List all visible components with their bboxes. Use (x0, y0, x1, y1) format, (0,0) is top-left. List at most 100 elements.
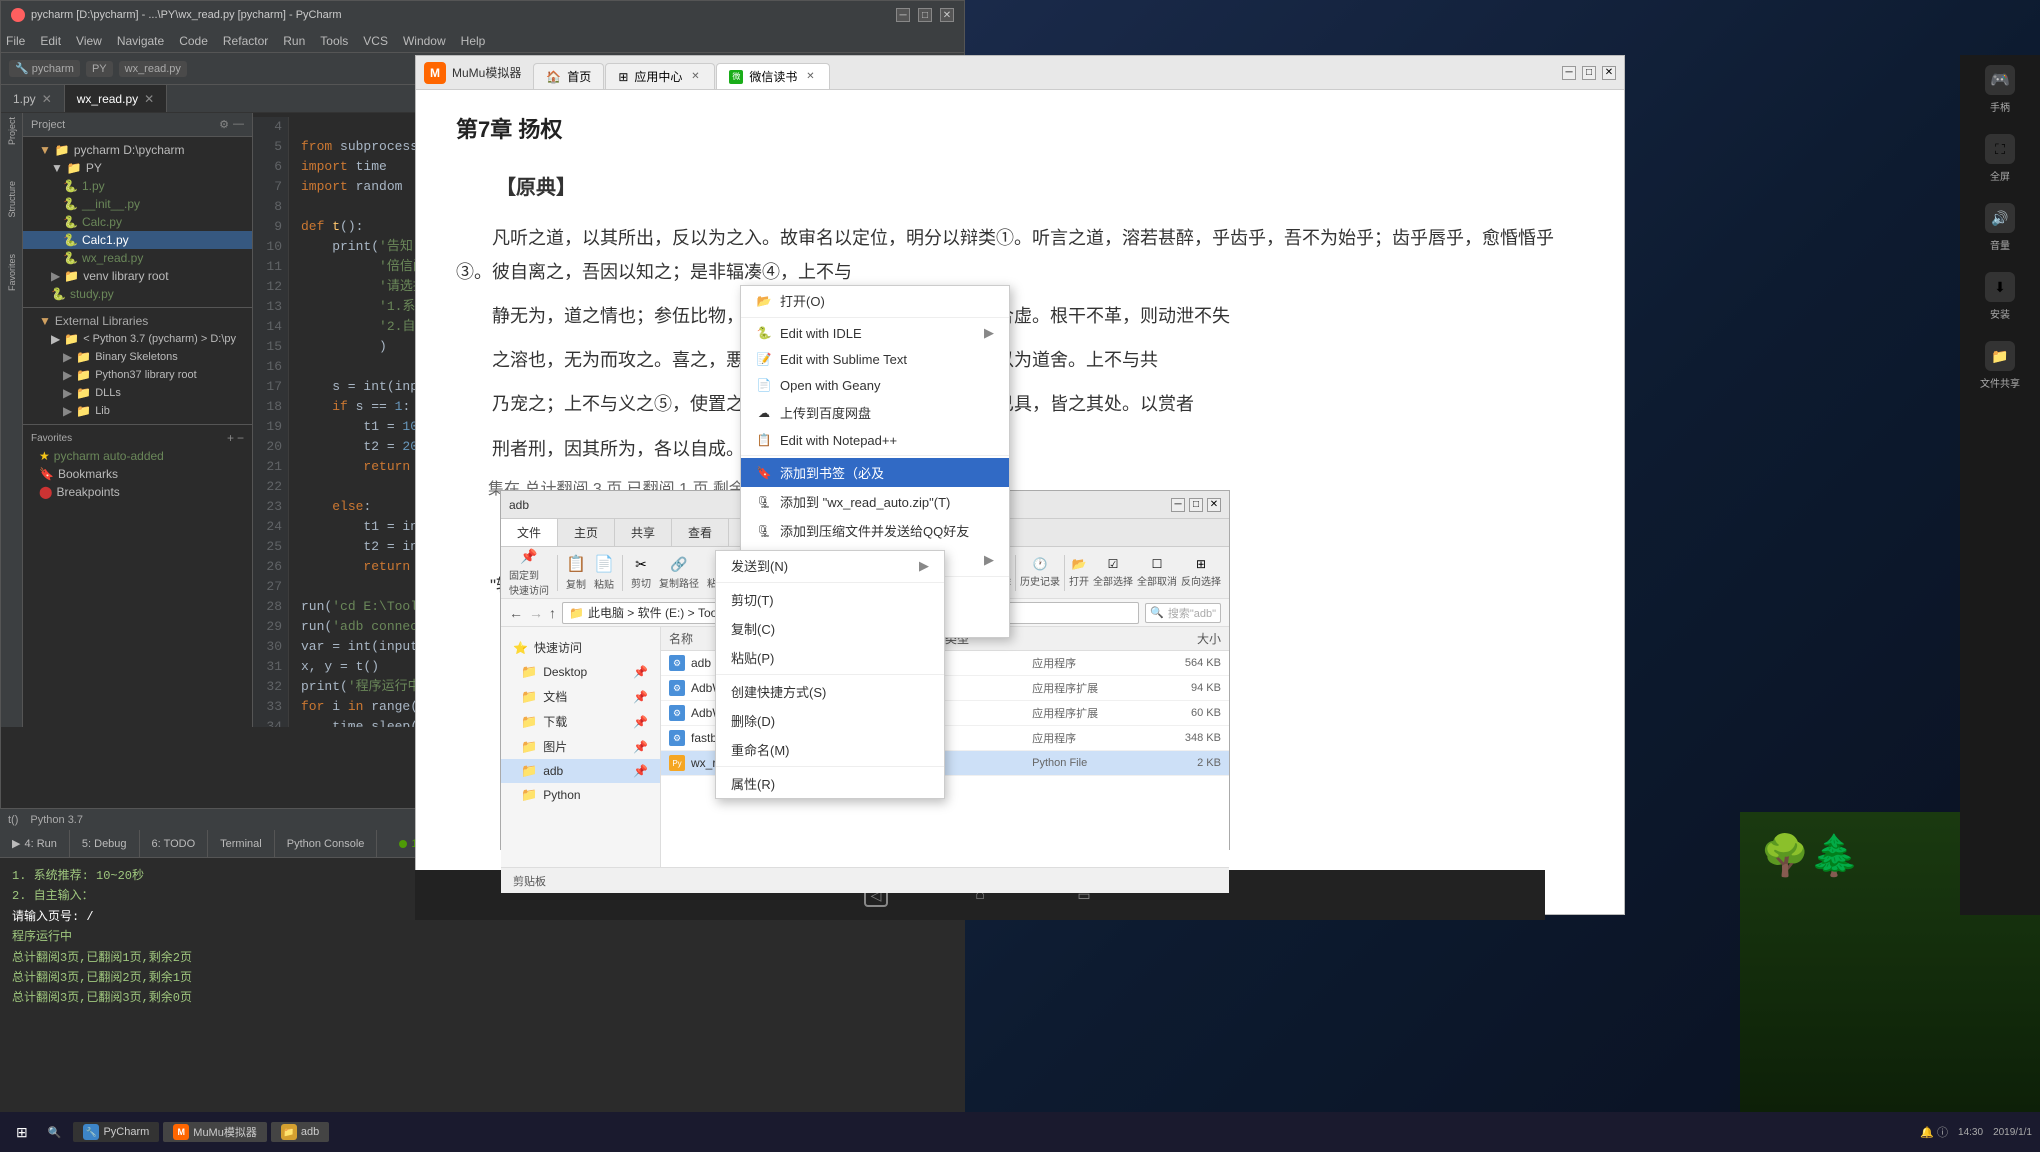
tab-wechat-close[interactable]: ✕ (803, 70, 817, 84)
minimize-button[interactable]: ─ (896, 8, 910, 22)
menu-navigate[interactable]: Navigate (117, 34, 164, 48)
ctx-file-paste[interactable]: 粘贴(P) (716, 643, 944, 672)
browser-minimize[interactable]: ─ (1562, 66, 1576, 80)
tree-item-python37[interactable]: ▶ 📁 < Python 3.7 (pycharm) > D:\py (23, 330, 252, 348)
tree-item-bookmarks[interactable]: 🔖 Bookmarks (23, 465, 252, 483)
browser-tab-home[interactable]: 🏠 首页 (533, 63, 604, 89)
run-tab-run[interactable]: ▶ 4: Run (0, 830, 70, 857)
nav-adb[interactable]: 📁 adb 📌 (501, 759, 660, 783)
toolbar-pycharm[interactable]: 🔧 pycharm (9, 60, 80, 77)
nav-desktop[interactable]: 📁 Desktop 📌 (501, 660, 660, 684)
nav-documents[interactable]: 📁 文档 📌 (501, 684, 660, 709)
ctx-upload-baidu[interactable]: ☁ 上传到百度网盘 (741, 398, 1009, 427)
menu-view[interactable]: View (76, 34, 102, 48)
taskbar-search[interactable]: 🔍 (40, 1126, 70, 1139)
tree-item-fav-pycharm[interactable]: ★ pycharm auto-added (23, 447, 252, 465)
ctx-file-delete[interactable]: 删除(D) (716, 706, 944, 735)
back-button[interactable]: ← (509, 605, 523, 621)
tree-item-py37lib[interactable]: ▶ 📁 Python37 library root (23, 366, 252, 384)
tab-wx-read-close[interactable]: ✕ (144, 92, 154, 106)
structure-tab[interactable]: Structure (7, 181, 17, 218)
tab-apps-close[interactable]: ✕ (688, 70, 702, 84)
browser-tab-apps[interactable]: ⊞ 应用中心 ✕ (605, 63, 715, 89)
ctx-edit-sublime[interactable]: 📝 Edit with Sublime Text (741, 346, 1009, 372)
toolbar-copy-path[interactable]: 🔗 复制路径 (659, 556, 699, 590)
ctx-file-cut[interactable]: 剪切(T) (716, 585, 944, 614)
nav-quick-access[interactable]: ⭐ 快速访问 (501, 635, 660, 660)
ctx-add-zip-qq[interactable]: 🗜 添加到压缩文件并发送给QQ好友 (741, 516, 1009, 545)
taskbar-mumu[interactable]: M MuMu模拟器 (163, 1122, 267, 1142)
menu-tools[interactable]: Tools (320, 34, 348, 48)
explorer-max[interactable]: □ (1189, 498, 1203, 512)
tree-item-init[interactable]: 🐍 __init__.py (23, 195, 252, 213)
tree-item-calc1[interactable]: 🐍 Calc1.py (23, 231, 252, 249)
toolbar-deselect-all[interactable]: ☐ 全部取消 (1137, 557, 1177, 588)
tab-1py-close[interactable]: ✕ (42, 92, 52, 106)
tree-item-wx-read[interactable]: 🐍 wx_read.py (23, 249, 252, 267)
sidebar-collapse-icon[interactable]: — (233, 118, 244, 131)
favorites-tab[interactable]: Favorites (7, 254, 17, 291)
tree-item-venv[interactable]: ▶ 📁 venv library root (23, 267, 252, 285)
browser-close[interactable]: ✕ (1602, 66, 1616, 80)
exp-tab-home[interactable]: 主页 (558, 519, 615, 546)
toolbar-cut[interactable]: ✂ 剪切 (631, 556, 651, 590)
start-button[interactable]: ⊞ (8, 1124, 36, 1141)
ctx-add-bookmark[interactable]: 🔖 添加到书签（必及 (741, 458, 1009, 487)
ctx-add-zip[interactable]: 🗜 添加到 "wx_read_auto.zip"(T) (741, 487, 1009, 516)
mumu-install[interactable]: ⬇ 安装 (1985, 272, 2015, 321)
tree-item-py-folder[interactable]: ▼ 📁 PY (23, 159, 252, 177)
toolbar-copy[interactable]: 📋 复制 (566, 554, 586, 591)
maximize-button[interactable]: □ (918, 8, 932, 22)
toolbar-select-all[interactable]: ☑ 全部选择 (1093, 557, 1133, 588)
close-button[interactable]: ✕ (940, 8, 954, 22)
menu-window[interactable]: Window (403, 34, 446, 48)
ctx-file-properties[interactable]: 属性(R) (716, 769, 944, 798)
run-tab-terminal[interactable]: Terminal (208, 830, 275, 857)
browser-tab-wechat[interactable]: 微 微信读书 ✕ (716, 63, 830, 89)
tree-item-breakpoints[interactable]: ⬤ Breakpoints (23, 483, 252, 501)
taskbar-pycharm[interactable]: 🔧 PyCharm (73, 1122, 159, 1142)
explorer-search[interactable]: 🔍 搜索"adb" (1145, 603, 1221, 623)
forward-button[interactable]: → (529, 605, 543, 621)
menu-file[interactable]: File (6, 34, 25, 48)
project-tab[interactable]: Project (7, 117, 17, 145)
toolbar-invert-select[interactable]: ⊞ 反向选择 (1181, 557, 1221, 588)
tree-item-calc[interactable]: 🐍 Calc.py (23, 213, 252, 231)
tree-item-lib[interactable]: ▶ 📁 Lib (23, 402, 252, 420)
run-tab-debug[interactable]: 5: Debug (70, 830, 140, 857)
nav-python[interactable]: 📁 Python (501, 783, 660, 807)
menu-code[interactable]: Code (179, 34, 208, 48)
toolbar-py[interactable]: PY (86, 61, 113, 77)
mumu-volume[interactable]: 🔊 音量 (1985, 203, 2015, 252)
exp-tab-view[interactable]: 查看 (672, 519, 729, 546)
tab-wx-read[interactable]: wx_read.py ✕ (65, 85, 167, 112)
favorites-minus-icon[interactable]: − (237, 431, 244, 445)
toolbar-paste[interactable]: 📄 粘贴 (594, 554, 614, 591)
tree-item-study[interactable]: 🐍 study.py (23, 285, 252, 303)
menu-run[interactable]: Run (283, 34, 305, 48)
run-tab-todo[interactable]: 6: TODO (140, 830, 209, 857)
nav-downloads[interactable]: 📁 下载 📌 (501, 709, 660, 734)
tree-item-pycharm[interactable]: ▼ 📁 pycharm D:\pycharm (23, 141, 252, 159)
up-button[interactable]: ↑ (549, 605, 556, 621)
ctx-create-shortcut[interactable]: 创建快捷方式(S) (716, 677, 944, 706)
ctx-file-copy[interactable]: 复制(C) (716, 614, 944, 643)
toolbar-wx-read[interactable]: wx_read.py (119, 61, 187, 77)
toolbar-open[interactable]: 📂 打开 (1069, 557, 1089, 588)
tree-item-ext-libs[interactable]: ▼ External Libraries (23, 312, 252, 330)
menu-edit[interactable]: Edit (40, 34, 61, 48)
exp-tab-share[interactable]: 共享 (615, 519, 672, 546)
exp-tab-file[interactable]: 文件 (501, 519, 558, 546)
taskbar-explorer[interactable]: 📁 adb (271, 1122, 329, 1142)
tree-item-1py[interactable]: 🐍 1.py (23, 177, 252, 195)
toolbar-history[interactable]: 🕐 历史记录 (1020, 557, 1060, 588)
ctx-edit-idle[interactable]: 🐍 Edit with IDLE ▶ (741, 320, 1009, 346)
tree-item-binary[interactable]: ▶ 📁 Binary Skeletons (23, 348, 252, 366)
menu-refactor[interactable]: Refactor (223, 34, 268, 48)
run-tab-python-console[interactable]: Python Console (275, 830, 378, 857)
tab-1py[interactable]: 1.py ✕ (1, 85, 65, 112)
mumu-fullscreen[interactable]: ⛶ 全屏 (1985, 134, 2015, 183)
nav-pictures[interactable]: 📁 图片 📌 (501, 734, 660, 759)
tree-item-dlls[interactable]: ▶ 📁 DLLs (23, 384, 252, 402)
favorites-add-icon[interactable]: + (227, 431, 234, 445)
